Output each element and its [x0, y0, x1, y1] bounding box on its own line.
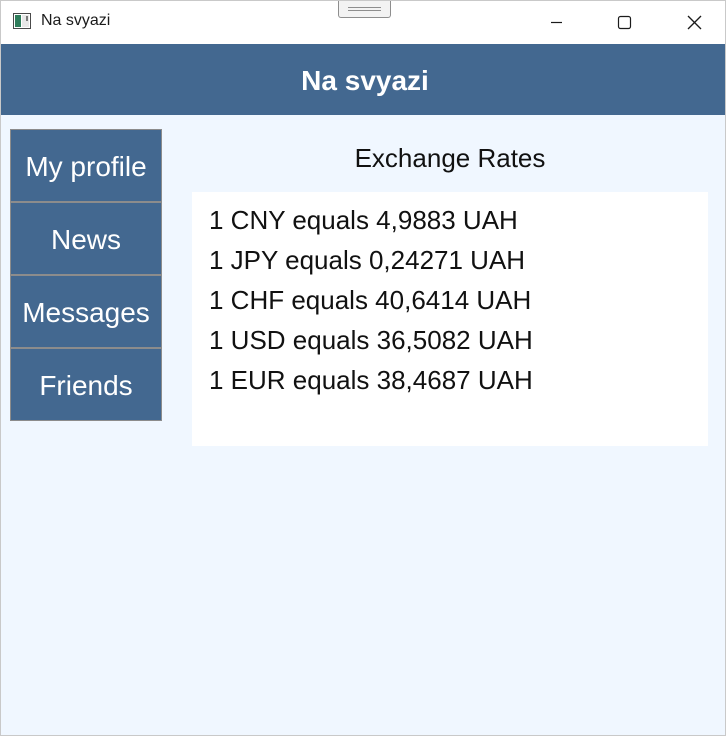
rate-item: 1 EUR equals 38,4687 UAH [209, 365, 533, 395]
nav-news-button[interactable]: News [10, 202, 162, 275]
maximize-icon [617, 15, 632, 30]
snap-layout-handle[interactable] [338, 1, 391, 18]
exchange-rates-list: 1 CNY equals 4,9883 UAH 1 JPY equals 0,2… [192, 192, 708, 446]
app-window: Na svyazi Na svyazi My profile News Mess… [0, 0, 726, 736]
close-button[interactable] [658, 1, 725, 44]
nav-messages-button[interactable]: Messages [10, 275, 162, 348]
maximize-button[interactable] [590, 1, 660, 44]
exchange-rates-title: Exchange Rates [354, 143, 546, 173]
app-header: Na svyazi [1, 44, 725, 115]
close-icon [687, 15, 702, 30]
minimize-button[interactable] [521, 1, 591, 44]
title-bar[interactable]: Na svyazi [1, 1, 725, 44]
rate-item: 1 CHF equals 40,6414 UAH [209, 285, 532, 315]
app-window-icon [13, 13, 31, 29]
minimize-icon [551, 21, 562, 24]
app-header-title: Na svyazi [301, 65, 429, 96]
rate-item: 1 CNY equals 4,9883 UAH [209, 205, 518, 235]
rate-item: 1 USD equals 36,5082 UAH [209, 325, 533, 355]
window-title: Na svyazi [41, 12, 111, 29]
nav-my-profile-button[interactable]: My profile [10, 129, 162, 202]
nav-friends-button[interactable]: Friends [10, 348, 162, 421]
rate-item: 1 JPY equals 0,24271 UAH [209, 245, 526, 275]
